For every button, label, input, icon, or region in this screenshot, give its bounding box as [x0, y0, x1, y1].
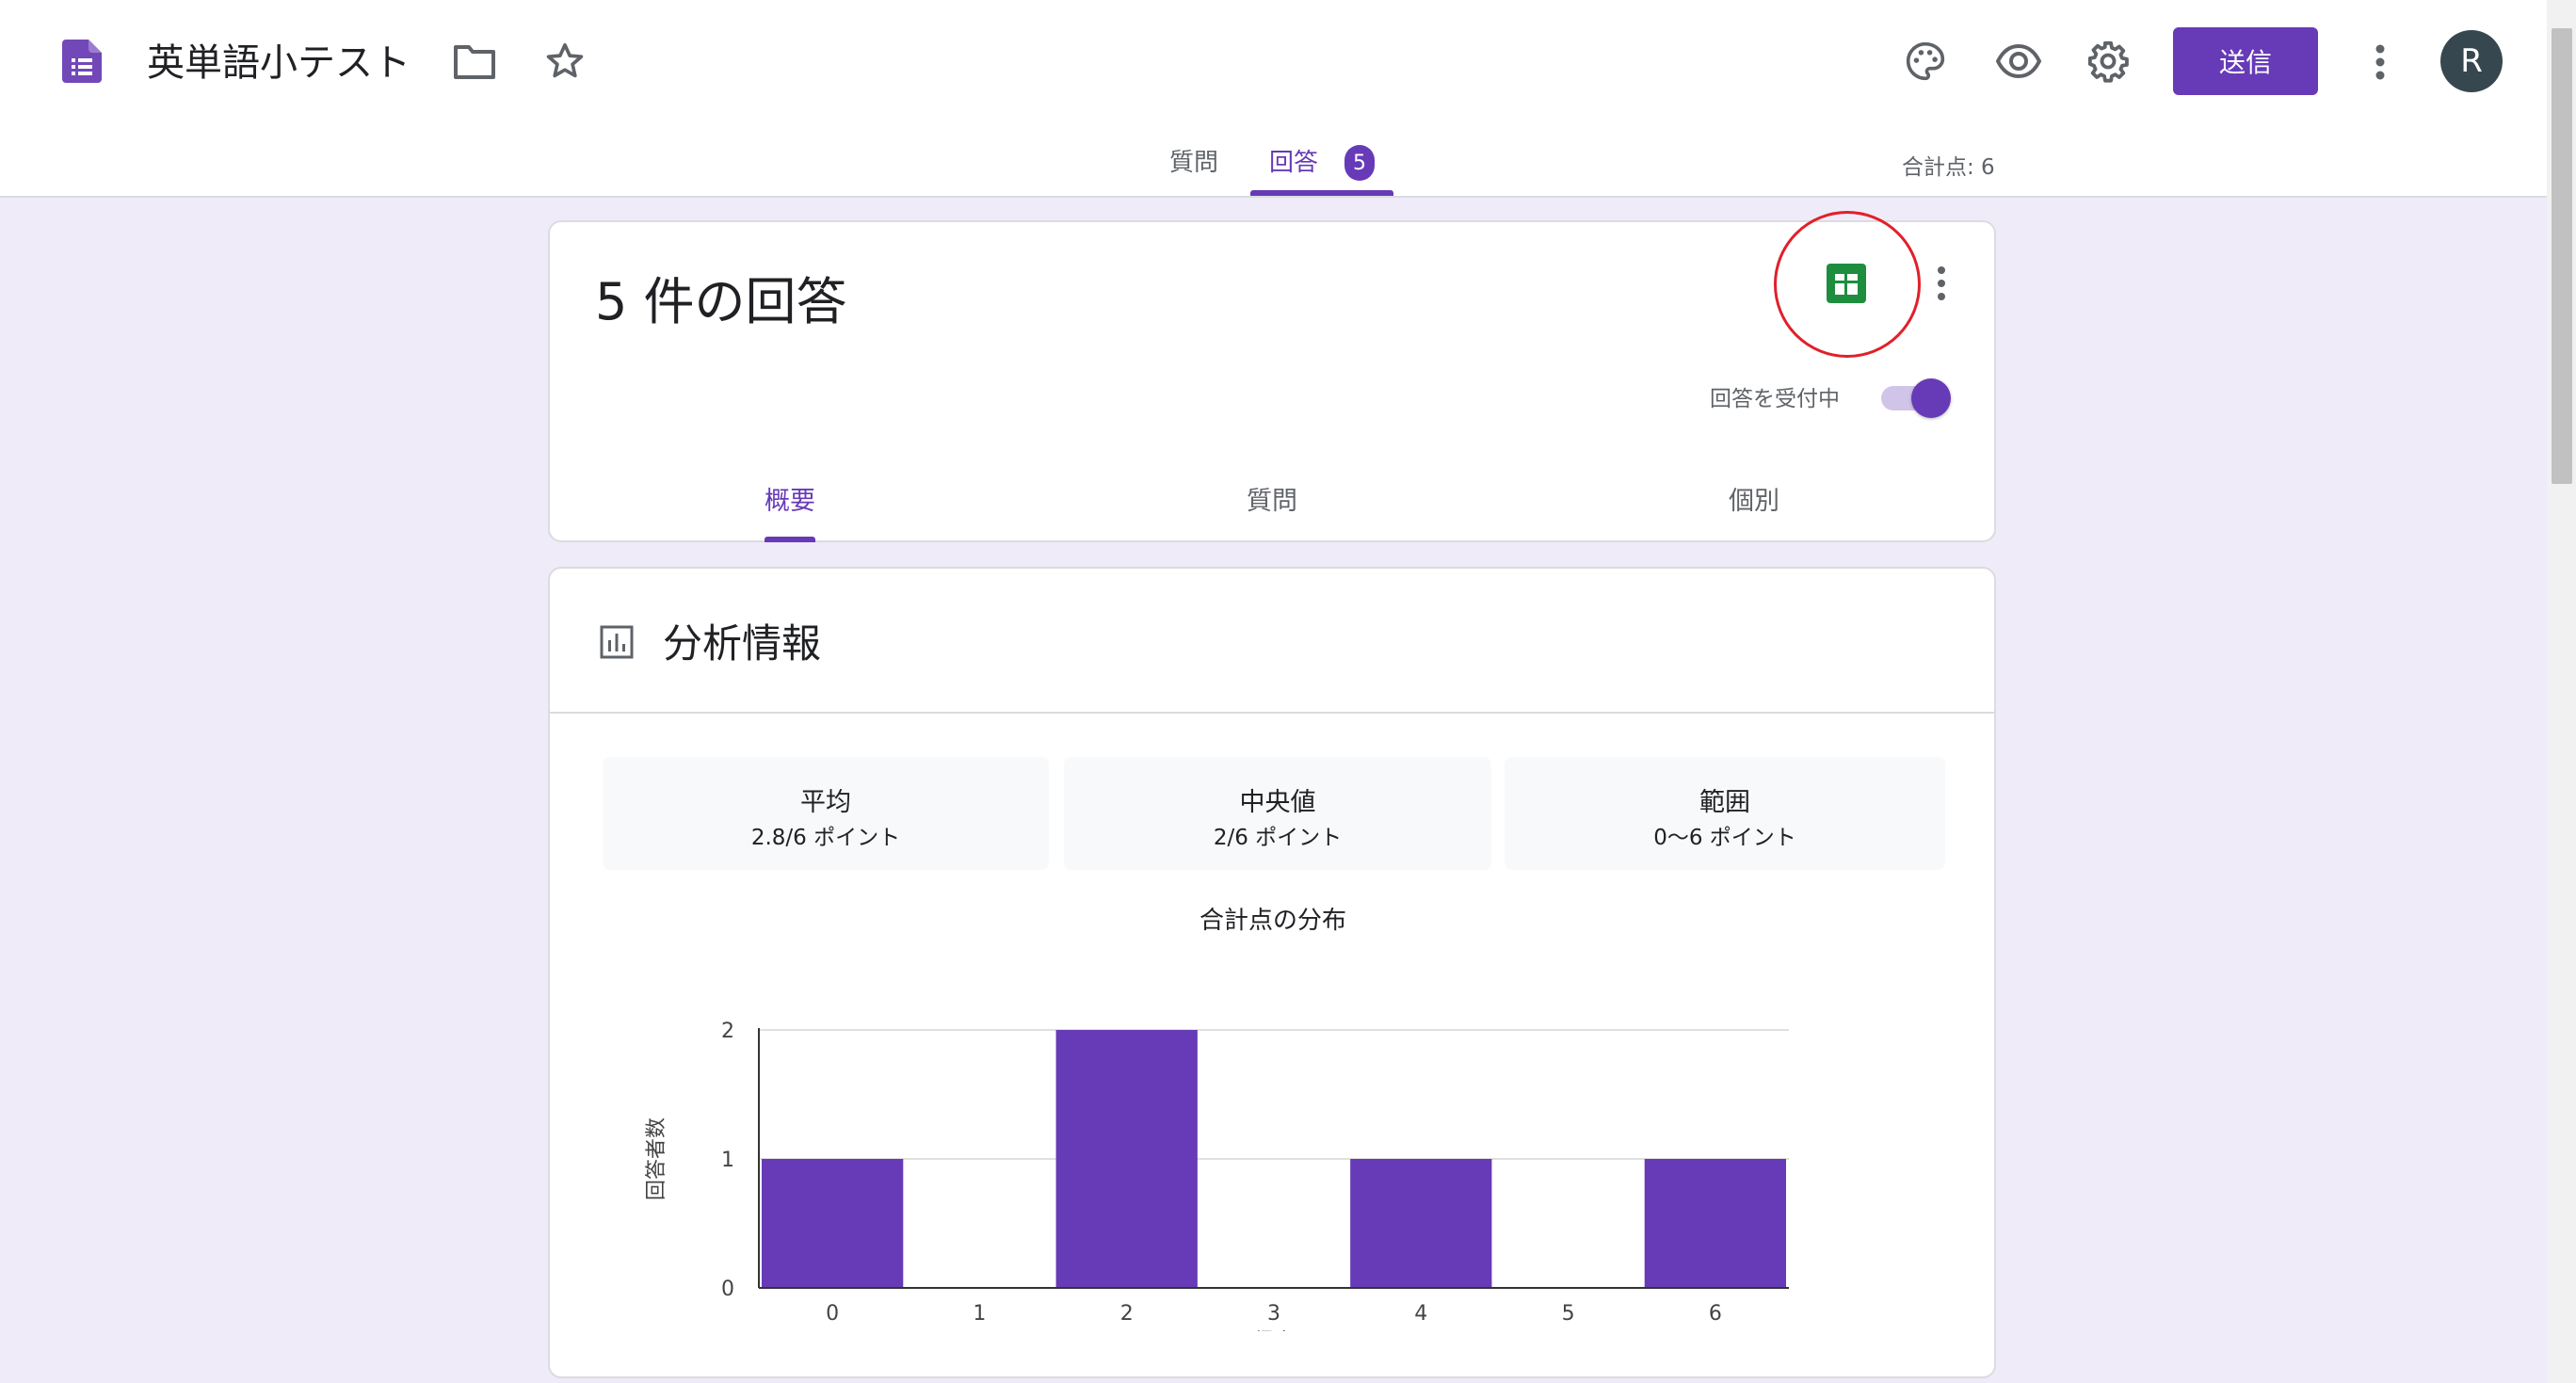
- top-header: 英単語小テスト 送信 R 質問 回答 5 合計点: 6: [0, 0, 2547, 198]
- tab-responses[interactable]: 回答: [1269, 143, 1318, 178]
- chart-title: 合計点の分布: [1199, 907, 1346, 935]
- eye-icon[interactable]: [1994, 38, 2043, 85]
- accepting-responses-label: 回答を受付中: [1710, 387, 1840, 411]
- more-vert-icon[interactable]: [2361, 38, 2399, 87]
- subtab-question[interactable]: 質問: [1247, 480, 1297, 517]
- bar: [762, 1159, 904, 1288]
- x-tick-label: 0: [826, 1302, 839, 1326]
- palette-icon[interactable]: [1902, 38, 1949, 85]
- responses-count-badge: 5: [1344, 145, 1375, 181]
- bar: [1644, 1159, 1786, 1288]
- x-tick-label: 4: [1414, 1302, 1427, 1326]
- analytics-title: 分析情報: [663, 620, 822, 667]
- y-tick-label: 1: [721, 1149, 734, 1172]
- stat-range-label: 範囲: [1699, 788, 1750, 817]
- analytics-card: 分析情報 平均 2.8/6 ポイント 中央値 2/6 ポイント 範囲 0〜6 ポ…: [548, 567, 1996, 1378]
- score-distribution-chart: 合計点の分布 0 1 2 0 1 2 3 4 5 6 得点 回答者数: [645, 907, 1789, 1331]
- y-tick-label: 2: [721, 1020, 734, 1043]
- responses-summary-card: 5 件の回答 回答を受付中 概要 質問 個別: [548, 211, 1996, 542]
- form-title[interactable]: 英単語小テスト: [147, 32, 411, 87]
- tab-questions[interactable]: 質問: [1169, 143, 1218, 178]
- stat-mean-label: 平均: [800, 788, 851, 817]
- x-tick-label: 5: [1562, 1302, 1575, 1326]
- account-avatar[interactable]: R: [2440, 30, 2503, 92]
- subtab-summary[interactable]: 概要: [765, 480, 815, 517]
- x-tick-label: 1: [973, 1302, 986, 1326]
- active-tab-indicator: [1250, 190, 1393, 196]
- responses-heading: 5 件の回答: [595, 272, 847, 331]
- accepting-responses-toggle[interactable]: [1879, 378, 1951, 418]
- stat-median-value: 2/6 ポイント: [1213, 826, 1343, 850]
- star-icon[interactable]: [540, 38, 589, 85]
- scrollbar-thumb[interactable]: [2552, 28, 2572, 484]
- gear-icon[interactable]: [2085, 38, 2132, 85]
- sheets-icon[interactable]: [1827, 264, 1866, 303]
- x-tick-label: 3: [1267, 1302, 1280, 1326]
- divider: [550, 712, 1994, 714]
- forms-logo-icon[interactable]: [62, 40, 102, 83]
- stat-mean: 平均 2.8/6 ポイント: [603, 757, 1049, 870]
- x-axis-label: 得点: [1253, 1330, 1295, 1331]
- x-tick-label: 2: [1120, 1302, 1134, 1326]
- stat-range-value: 0〜6 ポイント: [1653, 826, 1796, 850]
- bar: [1055, 1030, 1198, 1288]
- total-points: 合計点: 6: [1902, 155, 1995, 180]
- forms-responses-page: 英単語小テスト 送信 R 質問 回答 5 合計点: 6 5 件の回答 回答を受付…: [0, 0, 2576, 1383]
- subtab-individual[interactable]: 個別: [1729, 480, 1779, 517]
- y-tick-label: 0: [721, 1278, 734, 1301]
- bar: [1350, 1159, 1492, 1288]
- stat-median: 中央値 2/6 ポイント: [1064, 757, 1491, 870]
- folder-icon[interactable]: [450, 40, 499, 83]
- stat-range: 範囲 0〜6 ポイント: [1505, 757, 1945, 870]
- stat-mean-value: 2.8/6 ポイント: [750, 826, 901, 850]
- x-tick-label: 6: [1709, 1302, 1722, 1326]
- stat-median-label: 中央値: [1239, 788, 1316, 817]
- y-axis-label: 回答者数: [645, 1118, 668, 1200]
- active-subtab-indicator: [765, 537, 815, 542]
- send-button[interactable]: 送信: [2173, 27, 2318, 95]
- bar-chart-icon: [600, 625, 634, 659]
- more-vert-icon[interactable]: [1924, 262, 1958, 305]
- toggle-knob: [1911, 378, 1951, 418]
